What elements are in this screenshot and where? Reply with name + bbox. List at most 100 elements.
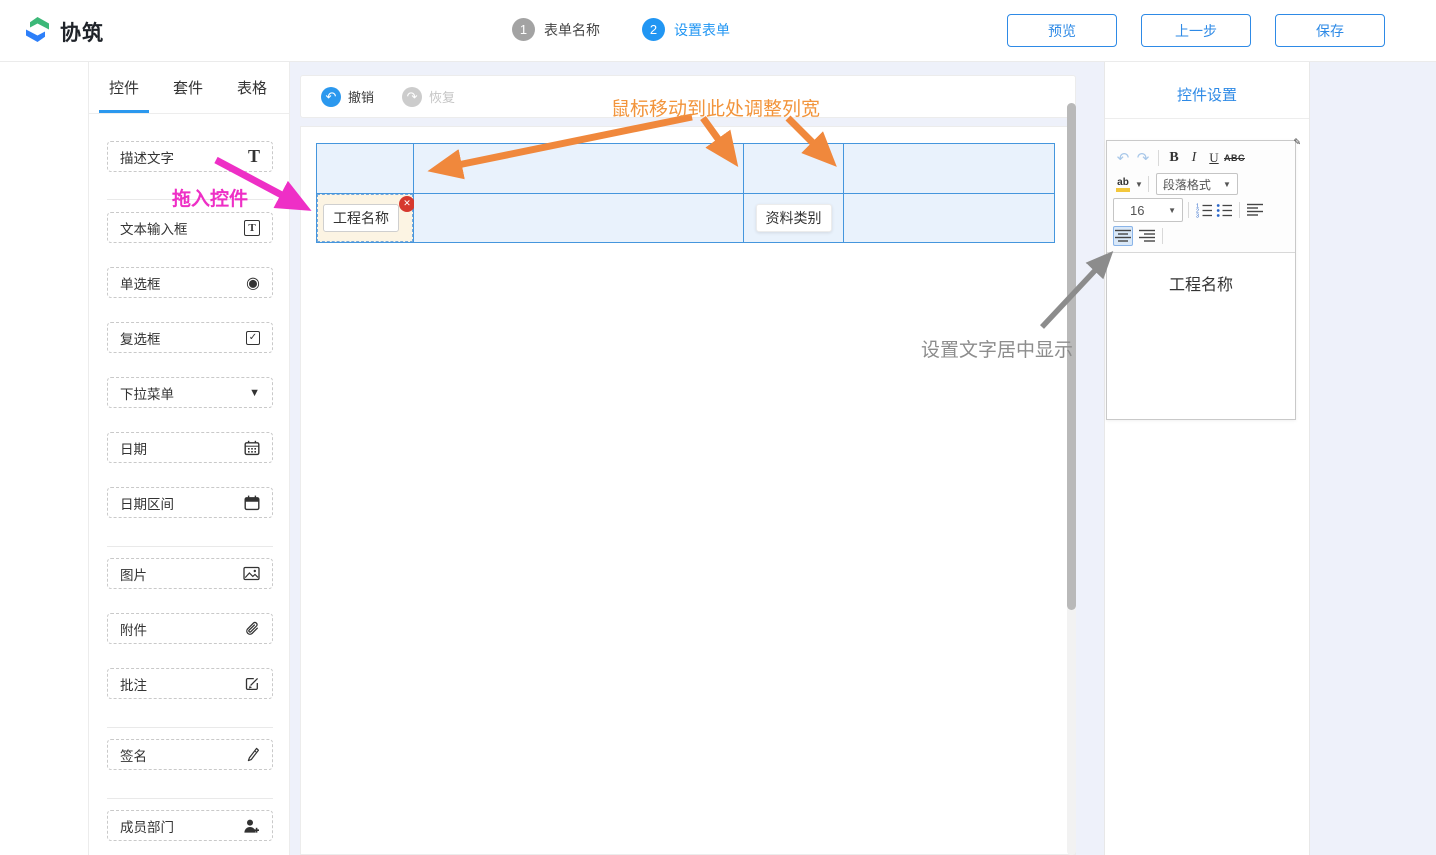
caret-down-icon[interactable]: ▼ [1135, 180, 1143, 189]
hint-drag-widget: 拖入控件 [172, 184, 248, 211]
redo-button[interactable]: ↷ 恢复 [402, 87, 455, 107]
right-background [1310, 62, 1436, 855]
table-cell-r1c1[interactable] [317, 144, 413, 193]
undo-button[interactable]: ↶ 撤销 [321, 87, 374, 107]
tab-widgets[interactable]: 控件 [107, 63, 141, 112]
logo-icon [24, 16, 51, 48]
table-cell-r2c3[interactable]: 资料类别 [744, 194, 843, 243]
widget-attachment[interactable]: 附件 [107, 613, 273, 644]
sidebar-tabbar: 控件 套件 表格 [89, 62, 289, 114]
caret-down-icon: ▼ [1168, 206, 1176, 215]
attachment-icon [244, 621, 260, 637]
undo-icon: ↶ [321, 87, 341, 107]
step-form-name: 1 表单名称 [512, 18, 600, 41]
highlight-color-button[interactable]: ab ✎ [1113, 174, 1133, 194]
widget-label: 复选框 [120, 328, 161, 348]
date-range-icon [244, 495, 260, 511]
editor-redo-icon[interactable]: ↷ [1133, 148, 1153, 168]
italic-button[interactable]: I [1184, 148, 1204, 168]
widget-label: 批注 [120, 674, 147, 694]
align-center-button[interactable] [1113, 226, 1133, 246]
widget-checkbox[interactable]: 复选框 ✓ [107, 322, 273, 353]
widget-signature[interactable]: 签名 [107, 739, 273, 770]
widget-label: 下拉菜单 [120, 383, 174, 403]
widget-annotation[interactable]: 批注 [107, 668, 273, 699]
toolbar-separator [1148, 176, 1149, 192]
widget-radio[interactable]: 单选框 ◉ [107, 267, 273, 298]
form-builder-app: 协筑 1 表单名称 2 设置表单 预览 上一步 保存 控件 套件 表格 描述文字 [0, 0, 1436, 855]
editor-content[interactable]: 工程名称 [1107, 253, 1295, 295]
prev-step-button[interactable]: 上一步 [1141, 14, 1251, 47]
toolbar-separator [1188, 202, 1189, 218]
widget-label: 图片 [120, 564, 147, 584]
caret-down-icon: ▼ [1223, 180, 1231, 189]
redo-icon: ↷ [402, 87, 422, 107]
member-add-icon [243, 818, 260, 834]
tab-kits[interactable]: 套件 [171, 63, 205, 112]
checkbox-icon: ✓ [246, 331, 260, 345]
font-size-select[interactable]: 16 ▼ [1113, 198, 1183, 222]
table-cell-r2c2[interactable] [414, 194, 743, 243]
highlight-icon: ab [1116, 177, 1130, 192]
table-cell-r1c4[interactable] [844, 144, 1054, 193]
align-left-button[interactable] [1245, 200, 1265, 220]
hint-resize-columns: 鼠标移动到此处调整列宽 [611, 94, 820, 121]
widget-label: 文本输入框 [120, 218, 188, 238]
redo-label: 恢复 [429, 87, 455, 106]
step-1-label: 表单名称 [544, 20, 600, 40]
header-actions: 预览 上一步 保存 [1007, 14, 1385, 47]
widget-member-dept[interactable]: 成员部门 [107, 810, 273, 841]
logo-text: 协筑 [60, 17, 104, 47]
widget-dropdown[interactable]: 下拉菜单 ▼ [107, 377, 273, 408]
text-input-icon: T [244, 220, 260, 236]
toolbar-separator [1162, 228, 1163, 244]
dropdown-icon: ▼ [249, 387, 260, 399]
widget-sidebar: 控件 套件 表格 描述文字 T 文本输入框 T 单选框 ◉ 复选框 ✓ 下拉菜单… [88, 62, 290, 855]
table-cell-r1c3[interactable] [744, 144, 843, 193]
widget-image[interactable]: 图片 [107, 558, 273, 589]
remove-field-icon[interactable]: ✕ [399, 196, 415, 212]
widget-desc-text[interactable]: 描述文字 T [107, 141, 273, 172]
widget-date-range[interactable]: 日期区间 [107, 487, 273, 518]
save-button[interactable]: 保存 [1275, 14, 1385, 47]
app-header: 协筑 1 表单名称 2 设置表单 预览 上一步 保存 [0, 0, 1436, 62]
widget-label: 日期 [120, 438, 147, 458]
preview-button[interactable]: 预览 [1007, 14, 1117, 47]
undo-label: 撤销 [348, 87, 374, 106]
form-table: 工程名称 ✕ 资料类别 [316, 143, 1055, 243]
underline-button[interactable]: U [1204, 148, 1224, 168]
rich-text-editor: ↶ ↷ B I U ABC ab ✎ ▼ 段落格式 ▼ [1106, 140, 1296, 420]
align-right-button[interactable] [1137, 226, 1157, 246]
panel-title: 控件设置 [1105, 62, 1309, 105]
tab-tables[interactable]: 表格 [235, 63, 269, 112]
widget-label: 签名 [120, 745, 147, 765]
step-form-setup: 2 设置表单 [642, 18, 730, 41]
widget-label: 单选框 [120, 273, 161, 293]
toolbar-separator [1158, 150, 1159, 166]
field-chip-material-type[interactable]: 资料类别 [756, 204, 832, 232]
step-2-circle: 2 [642, 18, 665, 41]
ordered-list-button[interactable]: 1 2 3 [1194, 200, 1214, 220]
sidebar-divider [107, 798, 273, 799]
paragraph-format-select[interactable]: 段落格式 ▼ [1156, 173, 1238, 195]
table-cell-r2c1-drop-target[interactable]: 工程名称 ✕ [317, 194, 413, 243]
table-cell-r1c2[interactable] [414, 144, 743, 193]
svg-text:3: 3 [1196, 214, 1199, 219]
strikethrough-button[interactable]: ABC [1224, 148, 1245, 168]
step-indicator: 1 表单名称 2 设置表单 [512, 18, 730, 41]
hint-center-text: 设置文字居中显示 [921, 335, 1073, 362]
editor-undo-icon[interactable]: ↶ [1113, 148, 1133, 168]
bold-button[interactable]: B [1164, 148, 1184, 168]
widget-date[interactable]: 日期 [107, 432, 273, 463]
panel-divider [1105, 118, 1309, 119]
widget-label: 描述文字 [120, 147, 174, 167]
table-cell-r2c4[interactable] [844, 194, 1054, 243]
radio-icon: ◉ [246, 273, 260, 293]
field-chip-project-name[interactable]: 工程名称 [323, 204, 399, 232]
step-2-label: 设置表单 [674, 20, 730, 40]
sidebar-divider [107, 727, 273, 728]
text-icon: T [248, 146, 260, 167]
bullet-list-button[interactable] [1214, 200, 1234, 220]
widget-text-input[interactable]: 文本输入框 T [107, 212, 273, 243]
app-logo: 协筑 [24, 16, 104, 48]
